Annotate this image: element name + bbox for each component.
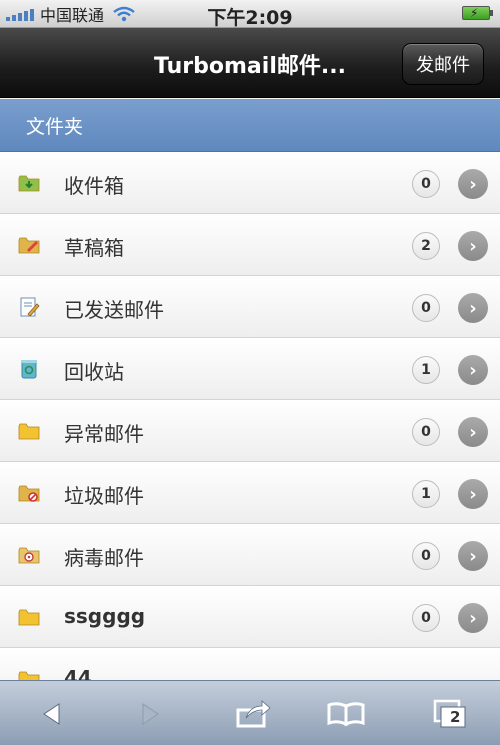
folder-list: 收件箱 0 › 草稿箱 2 › 已发送邮件 0 › 回收站 1 › 异常邮件 0 › 垃圾邮件 1 › 病毒邮件 0 ›… — [0, 152, 500, 710]
folder-label: 回收站 — [64, 360, 124, 384]
unread-count-badge: 0 — [412, 604, 440, 632]
compose-button[interactable]: 发邮件 — [402, 43, 484, 85]
folder-row[interactable]: 收件箱 0 › — [0, 152, 500, 214]
recycle-bin-icon — [18, 358, 40, 380]
drafts-folder-icon — [18, 234, 40, 256]
share-icon[interactable] — [234, 699, 274, 729]
folder-row[interactable]: 垃圾邮件 1 › — [0, 462, 500, 524]
folder-row[interactable]: 已发送邮件 0 › — [0, 276, 500, 338]
chevron-right-icon[interactable]: › — [458, 479, 488, 509]
bookmarks-icon[interactable] — [326, 699, 366, 729]
unread-count-badge: 0 — [412, 418, 440, 446]
browser-toolbar: 2 — [0, 680, 500, 745]
section-header-folders: 文件夹 — [0, 99, 500, 152]
folder-label: 垃圾邮件 — [64, 484, 144, 508]
unread-count-badge: 2 — [412, 232, 440, 260]
folder-label: 异常邮件 — [64, 422, 144, 446]
chevron-right-icon[interactable]: › — [458, 293, 488, 323]
folder-label: 已发送邮件 — [64, 298, 164, 322]
virus-folder-icon — [18, 544, 40, 566]
tabs-count: 2 — [450, 708, 461, 726]
forward-arrow-icon[interactable] — [130, 699, 170, 729]
folder-row[interactable]: 草稿箱 2 › — [0, 214, 500, 276]
chevron-right-icon[interactable]: › — [458, 603, 488, 633]
chevron-right-icon[interactable]: › — [458, 231, 488, 261]
chevron-right-icon[interactable]: › — [458, 355, 488, 385]
navigation-bar: Turbomail邮件... 发邮件 — [0, 28, 500, 98]
folder-icon — [18, 420, 40, 442]
unread-count-badge: 0 — [412, 294, 440, 322]
folder-row[interactable]: 回收站 1 › — [0, 338, 500, 400]
unread-count-badge: 1 — [412, 356, 440, 384]
unread-count-badge: 0 — [412, 542, 440, 570]
folder-row[interactable]: 病毒邮件 0 › — [0, 524, 500, 586]
unread-count-badge: 1 — [412, 480, 440, 508]
folder-icon — [18, 606, 40, 628]
folder-label: 病毒邮件 — [64, 546, 144, 570]
battery-icon: ⚡ — [462, 6, 493, 20]
chevron-right-icon[interactable]: › — [458, 169, 488, 199]
spam-folder-icon — [18, 482, 40, 504]
folder-label: ssgggg — [64, 604, 146, 628]
back-arrow-icon[interactable] — [32, 699, 72, 729]
chevron-right-icon[interactable]: › — [458, 541, 488, 571]
status-time: 下午2:09 — [207, 7, 293, 29]
chevron-right-icon[interactable]: › — [458, 417, 488, 447]
folder-label: 草稿箱 — [64, 236, 124, 260]
status-bar: 中国联通 下午2:09 ⚡ — [0, 0, 500, 29]
unread-count-badge: 0 — [412, 170, 440, 198]
inbox-folder-icon — [18, 172, 40, 194]
tabs-icon[interactable]: 2 — [428, 699, 472, 729]
sent-mail-icon — [18, 296, 40, 318]
folder-label: 收件箱 — [64, 174, 124, 198]
folder-row[interactable]: 异常邮件 0 › — [0, 400, 500, 462]
folder-row[interactable]: ssgggg 0 › — [0, 586, 500, 648]
